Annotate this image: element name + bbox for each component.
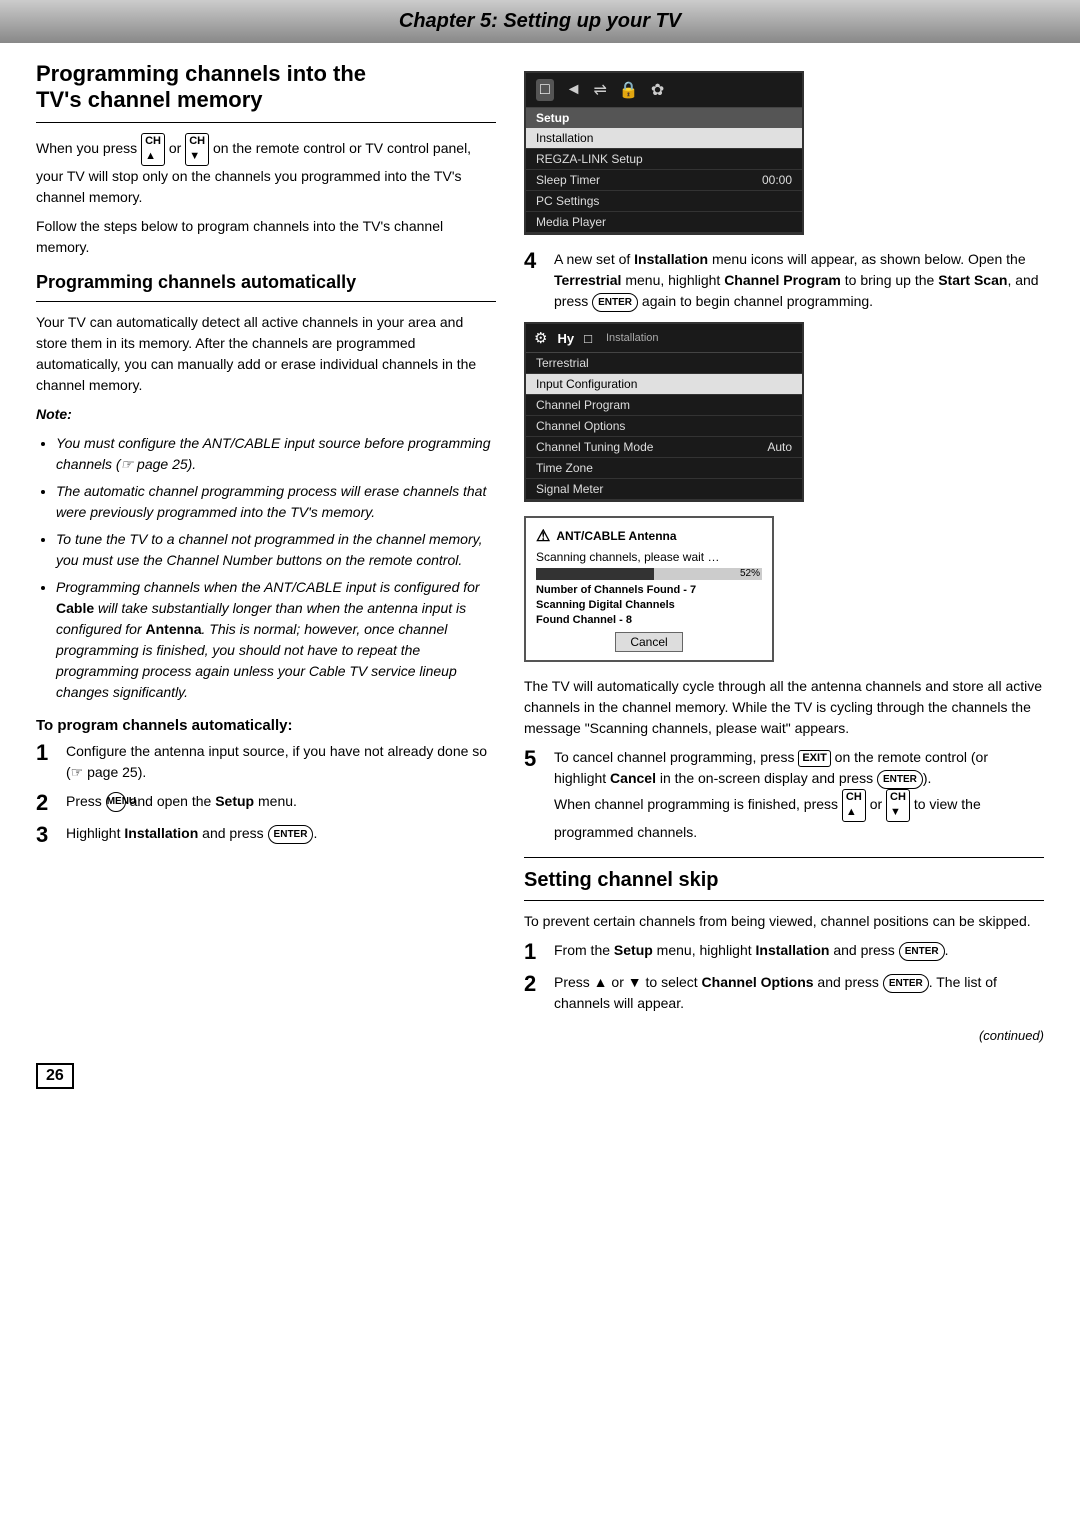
auto-paragraph-1: Your TV can automatically detect all act… (36, 312, 496, 396)
skip-steps-list: 1 From the Setup menu, highlight Install… (524, 940, 1044, 1014)
im-channel-tuning: Channel Tuning ModeAuto (526, 437, 802, 458)
step-2: 2 Press MENU and open the Setup menu. (36, 791, 496, 815)
left-column: Programming channels into the TV's chann… (36, 61, 496, 1053)
steps-list: 1 Configure the antenna input source, if… (36, 741, 496, 847)
install-menu-icons: ⚙ Hy □ Installation (526, 324, 802, 353)
skip-step-2: 2 Press ▲ or ▼ to select Channel Options… (524, 972, 1044, 1014)
auto-section-title: Programming channels automatically (36, 272, 496, 293)
ch-down-btn-icon: CH▼ (185, 133, 209, 166)
tv-menu-icons-row: □ ◄ ⇌ 🔒 ✿ (526, 73, 802, 108)
intro-paragraph-2: Follow the steps below to program channe… (36, 216, 496, 258)
note-item-2: The automatic channel programming proces… (56, 481, 496, 523)
install-menu-screenshot: ⚙ Hy □ Installation Terrestrial Input Co… (524, 322, 804, 502)
step-3: 3 Highlight Installation and press ENTER… (36, 823, 496, 847)
ch-up-btn-icon: CH▲ (141, 133, 165, 166)
scan-channels-found: Number of Channels Found - 7 (536, 584, 762, 596)
note-item-3: To tune the TV to a channel not programm… (56, 529, 496, 571)
ch-up-icon-step5: CH▲ (842, 789, 866, 822)
auto-section-divider (36, 301, 496, 302)
note-item-4: Programming channels when the ANT/CABLE … (56, 577, 496, 703)
switch-icon: ⇌ (594, 80, 607, 100)
tv-menu-pc: PC Settings (526, 191, 802, 212)
section-divider (36, 122, 496, 123)
im-channel-program: Channel Program (526, 395, 802, 416)
scan-popup-screenshot: ⚠ ANT/CABLE Antenna Scanning channels, p… (524, 516, 774, 662)
skip-step-1: 1 From the Setup menu, highlight Install… (524, 940, 1044, 964)
enter-icon-skip2: ENTER (883, 974, 929, 993)
warning-icon: ⚠ (536, 526, 550, 546)
audio-icon: ◄ (566, 81, 582, 99)
notes-list: You must configure the ANT/CABLE input s… (36, 433, 496, 703)
im-input-config: Input Configuration (526, 374, 802, 395)
page-header: Chapter 5: Setting up your TV (0, 0, 1080, 43)
page-number: 26 (36, 1063, 74, 1089)
ch-down-icon-step5: CH▼ (886, 789, 910, 822)
skip-section-divider2 (524, 900, 1044, 901)
skip-section-divider (524, 857, 1044, 858)
tv-menu-title: Setup (526, 108, 802, 128)
tv-menu-media: Media Player (526, 212, 802, 233)
step-5: 5 To cancel channel programming, press E… (524, 747, 1044, 843)
enter-btn-icon: ENTER (268, 825, 314, 844)
im-time-zone: Time Zone (526, 458, 802, 479)
step-4: 4 A new set of Installation menu icons w… (524, 249, 1044, 312)
continued-text: (continued) (524, 1026, 1044, 1046)
menu-btn-icon: MENU (106, 792, 126, 812)
tv-setup-menu-screenshot: □ ◄ ⇌ 🔒 ✿ Setup Installation REGZA-LINK … (524, 71, 804, 235)
tv-icon: □ (536, 79, 554, 101)
scan-percent: 52% (740, 568, 760, 580)
im-terrestrial: Terrestrial (526, 353, 802, 374)
scan-title: ⚠ ANT/CABLE Antenna (536, 526, 762, 546)
install-label: Installation (606, 332, 659, 344)
right-steps-list: 4 A new set of Installation menu icons w… (524, 249, 1044, 312)
note-item-1: You must configure the ANT/CABLE input s… (56, 433, 496, 475)
auto-scan-body: The TV will automatically cycle through … (524, 676, 1044, 739)
enter-icon-step5a: ENTER (877, 770, 923, 789)
page-footer: 26 (0, 1053, 1080, 1099)
right-steps-list-2: 5 To cancel channel programming, press E… (524, 747, 1044, 843)
skip-intro: To prevent certain channels from being v… (524, 911, 1044, 932)
enter-icon-step4: ENTER (592, 293, 638, 312)
chapter-title: Chapter 5: Setting up your TV (0, 10, 1080, 33)
to-program-title: To program channels automatically: (36, 715, 496, 738)
tv-menu-installation: Installation (526, 128, 802, 149)
tv-menu-regza: REGZA-LINK Setup (526, 149, 802, 170)
intro-paragraph-1: When you press CH▲ or CH▼ on the remote … (36, 133, 496, 208)
scan-digital-channels: Scanning Digital Channels (536, 599, 762, 611)
right-column: □ ◄ ⇌ 🔒 ✿ Setup Installation REGZA-LINK … (524, 61, 1044, 1053)
install-hy-icon: Hy (557, 331, 574, 346)
exit-btn-icon: EXIT (798, 750, 830, 767)
main-section-title: Programming channels into the TV's chann… (36, 61, 496, 114)
scan-cancel-button[interactable]: Cancel (615, 632, 682, 652)
enter-icon-skip1: ENTER (899, 942, 945, 961)
note-label: Note: (36, 404, 496, 425)
im-signal-meter: Signal Meter (526, 479, 802, 500)
settings-icon: ✿ (651, 80, 664, 100)
im-channel-options: Channel Options (526, 416, 802, 437)
scan-found-channel: Found Channel - 8 (536, 614, 762, 626)
skip-section-title: Setting channel skip (524, 868, 1044, 892)
lock-icon: 🔒 (619, 80, 639, 100)
scan-subtitle: Scanning channels, please wait … (536, 550, 762, 564)
install-screen-icon: □ (584, 331, 592, 346)
tv-menu-sleep: Sleep Timer00:00 (526, 170, 802, 191)
scan-progress-fill (536, 568, 654, 580)
scan-progress-bar: 52% (536, 568, 762, 580)
step-1: 1 Configure the antenna input source, if… (36, 741, 496, 783)
install-gear-icon: ⚙ (534, 329, 547, 347)
